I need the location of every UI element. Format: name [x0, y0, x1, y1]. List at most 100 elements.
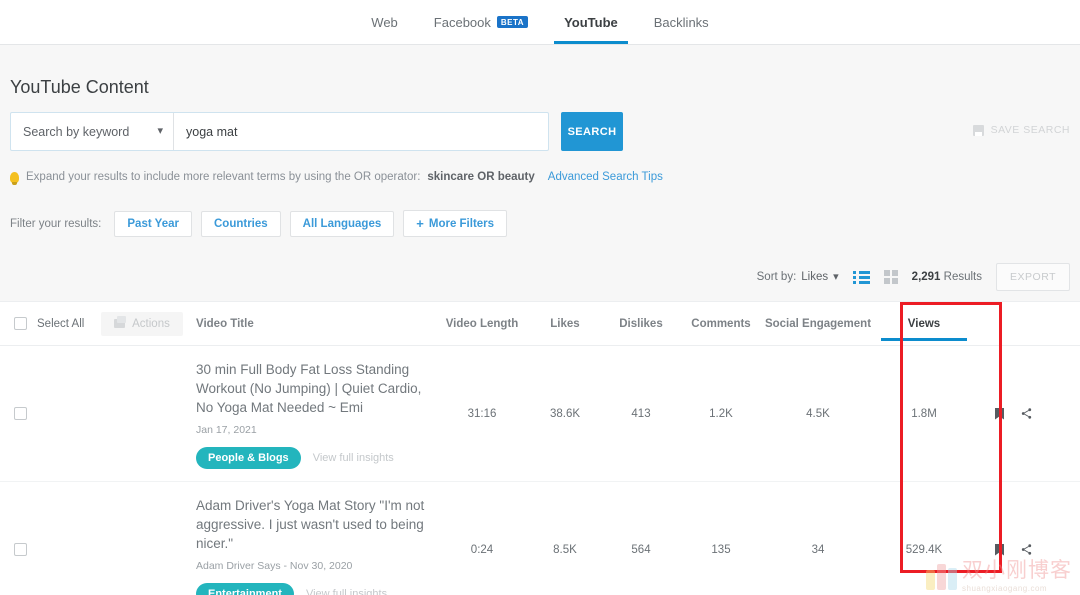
search-type-value: Search by keyword [23, 124, 130, 139]
actions-button[interactable]: Actions [101, 311, 183, 336]
nav-tab-facebook[interactable]: Facebook BETA [416, 0, 546, 44]
actions-label: Actions [132, 317, 170, 330]
save-search-label: SAVE SEARCH [990, 124, 1070, 136]
column-header-views-label: Views [907, 317, 941, 330]
column-header-video-length[interactable]: Video Length [437, 318, 527, 330]
video-meta: Jan 17, 2021 [196, 424, 257, 436]
video-title-cell: 30 min Full Body Fat Loss Standing Worko… [192, 346, 437, 481]
share-icon[interactable] [1020, 407, 1033, 420]
list-view-icon[interactable] [852, 270, 870, 284]
table-row[interactable]: Adam Driver's Yoga Mat Story "I'm not ag… [0, 482, 1080, 595]
filter-label: Filter your results: [10, 217, 102, 230]
filter-row: Filter your results: Past Year Countries… [10, 210, 1070, 255]
video-title[interactable]: 30 min Full Body Fat Loss Standing Worko… [196, 360, 427, 417]
search-hint: Expand your results to include more rele… [10, 171, 1070, 185]
filter-past-year-label: Past Year [127, 217, 179, 230]
export-button[interactable]: EXPORT [996, 263, 1070, 291]
filter-countries[interactable]: Countries [200, 210, 281, 237]
search-button[interactable]: SEARCH [561, 112, 623, 151]
filter-past-year[interactable]: Past Year [114, 210, 192, 237]
grid-view-icon[interactable] [883, 270, 898, 284]
lightbulb-icon [10, 171, 19, 185]
results-count: 2,291 Results [912, 271, 982, 283]
layers-icon [114, 316, 127, 328]
top-navigation: Web Facebook BETA YouTube Backlinks [0, 0, 1080, 45]
video-title[interactable]: Adam Driver's Yoga Mat Story "I'm not ag… [196, 496, 427, 553]
views-value: 529.4K [905, 543, 943, 556]
row-action-icons [975, 407, 1053, 420]
nav-tab-youtube[interactable]: YouTube [546, 0, 636, 44]
column-header-dislikes[interactable]: Dislikes [603, 318, 679, 330]
filter-countries-label: Countries [213, 217, 268, 230]
column-header-video-title[interactable]: Video Title [192, 318, 437, 330]
tag-line: People & Blogs View full insights [196, 447, 427, 469]
column-header-social-engagement[interactable]: Social Engagement [763, 318, 873, 330]
app-root: Web Facebook BETA YouTube Backlinks YouT… [0, 0, 1080, 595]
nav-tab-backlinks-label: Backlinks [653, 14, 709, 30]
search-input[interactable] [174, 113, 548, 150]
search-type-select[interactable]: Search by keyword ▾ [11, 113, 174, 150]
save-icon [972, 124, 984, 136]
views-value: 1.8M [911, 407, 937, 420]
nav-tab-youtube-label: YouTube [564, 14, 618, 30]
view-full-insights-link[interactable]: View full insights [306, 588, 387, 595]
row-action-icons [975, 543, 1053, 556]
search-box: Search by keyword ▾ [10, 112, 549, 151]
view-full-insights-link[interactable]: View full insights [313, 452, 394, 464]
hint-example: skincare OR beauty [427, 171, 535, 183]
video-title-cell: Adam Driver's Yoga Mat Story "I'm not ag… [192, 482, 437, 595]
filter-more-filters[interactable]: + More Filters [403, 210, 508, 237]
column-header-comments[interactable]: Comments [679, 318, 763, 330]
filter-all-languages[interactable]: All Languages [289, 210, 395, 237]
advanced-search-tips-link[interactable]: Advanced Search Tips [548, 171, 663, 183]
share-icon[interactable] [1020, 543, 1033, 556]
table-header-row: Select All Actions Video Title Video Len… [0, 302, 1080, 346]
results-toolbar: Sort by: Likes ▾ 2,291 Results EXPORT [0, 255, 1080, 301]
sort-by-value: Likes [801, 271, 829, 283]
filter-more-filters-label: More Filters [428, 217, 495, 230]
row-select-cell[interactable] [14, 543, 92, 556]
row-checkbox[interactable] [14, 543, 27, 556]
dislikes-value: 413 [631, 407, 651, 420]
category-tag[interactable]: Entertainment [196, 583, 294, 595]
comments-value: 1.2K [709, 407, 733, 420]
results-count-word: Results [943, 271, 983, 283]
category-tag[interactable]: People & Blogs [196, 447, 301, 469]
column-header-likes[interactable]: Likes [527, 318, 603, 330]
filter-all-languages-label: All Languages [302, 217, 382, 230]
column-header-views[interactable]: Views [873, 317, 975, 341]
sort-by-dropdown[interactable]: Sort by: Likes ▾ [757, 271, 839, 283]
video-length-value: 0:24 [470, 543, 494, 556]
bookmark-icon[interactable] [995, 543, 1004, 556]
social-engagement-value: 34 [811, 543, 825, 556]
nav-tab-facebook-label: Facebook [433, 14, 491, 30]
nav-tab-web-label: Web [371, 14, 398, 30]
dislikes-value: 564 [631, 543, 651, 556]
nav-tab-web[interactable]: Web [353, 0, 416, 44]
select-all-label: Select All [37, 317, 85, 330]
chevron-down-icon: ▾ [157, 125, 163, 137]
beta-badge: BETA [496, 16, 529, 28]
results-count-number: 2,291 [911, 271, 941, 283]
search-row: Search by keyword ▾ SEARCH SAVE SEARCH [10, 112, 1070, 151]
social-engagement-value: 4.5K [806, 407, 830, 420]
results-table: Select All Actions Video Title Video Len… [0, 301, 1080, 595]
actions-cell: Actions [92, 311, 192, 336]
bookmark-icon[interactable] [995, 407, 1004, 420]
select-all-checkbox[interactable] [14, 317, 27, 330]
comments-value: 135 [711, 543, 731, 556]
sort-by-label: Sort by: [756, 271, 797, 283]
row-select-cell[interactable] [14, 407, 92, 420]
nav-tab-backlinks[interactable]: Backlinks [636, 0, 727, 44]
video-length-value: 31:16 [467, 407, 497, 420]
likes-value: 38.6K [549, 407, 581, 420]
plus-icon: + [416, 216, 424, 231]
select-all-cell[interactable]: Select All [14, 317, 92, 330]
chevron-down-icon: ▾ [833, 270, 839, 283]
table-row[interactable]: 30 min Full Body Fat Loss Standing Worko… [0, 346, 1080, 482]
save-search-button[interactable]: SAVE SEARCH [972, 124, 1070, 136]
row-checkbox[interactable] [14, 407, 27, 420]
video-meta: Adam Driver Says - Nov 30, 2020 [196, 560, 353, 572]
search-header: YouTube Content Search by keyword ▾ SEAR… [0, 45, 1080, 255]
page-title: YouTube Content [10, 77, 149, 97]
